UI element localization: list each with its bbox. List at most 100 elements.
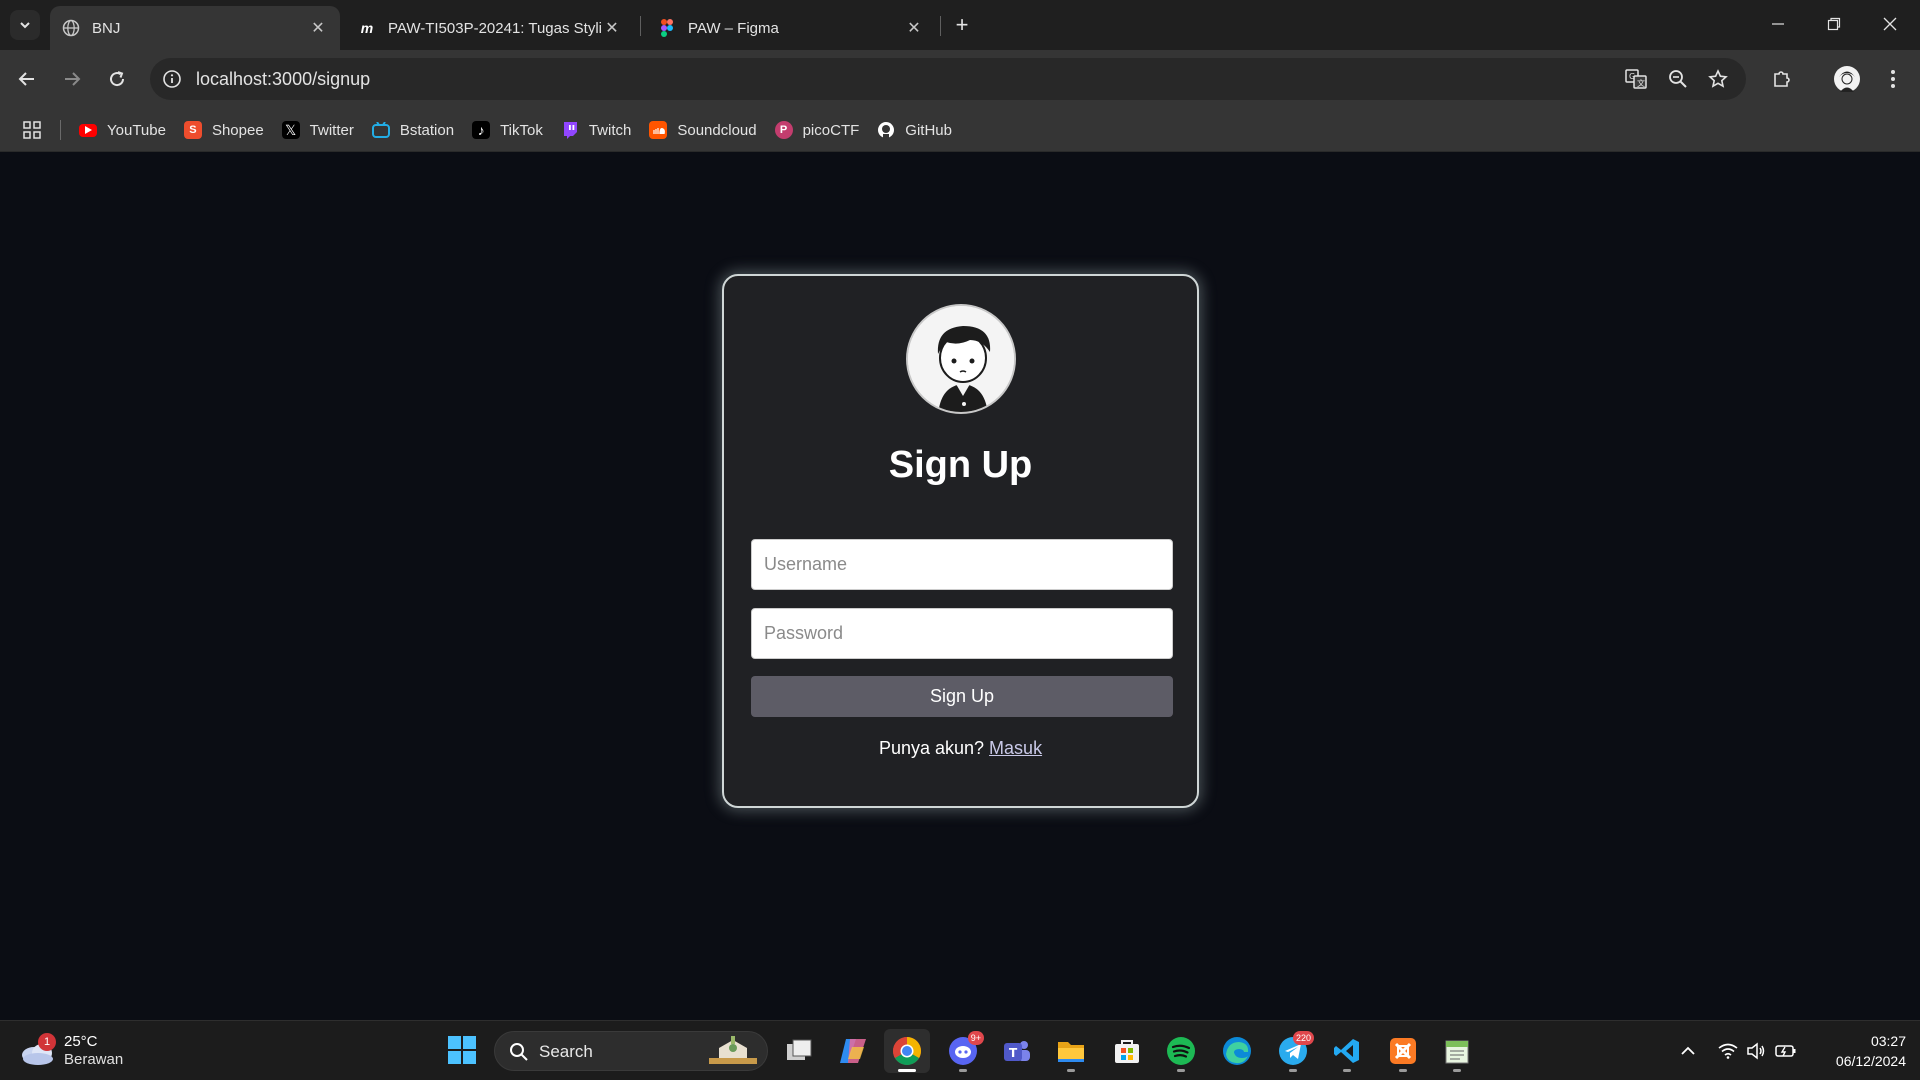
taskbar-chrome[interactable] (884, 1029, 930, 1073)
youtube-icon (79, 123, 97, 137)
taskbar-spotify[interactable] (1158, 1029, 1204, 1073)
url-text[interactable]: localhost:3000/signup (196, 69, 370, 90)
password-input[interactable] (751, 608, 1173, 659)
figma-icon (658, 19, 676, 37)
github-icon (877, 121, 895, 139)
tab-close-icon[interactable]: ✕ (602, 18, 622, 38)
battery-status[interactable] (1774, 1039, 1798, 1063)
close-window-button[interactable] (1862, 0, 1918, 48)
tab-close-icon[interactable]: ✕ (308, 18, 328, 38)
taskbar-copilot[interactable] (830, 1029, 876, 1073)
signup-button[interactable]: Sign Up (751, 676, 1173, 717)
soundcloud-icon (649, 121, 668, 139)
bookmark-list: YouTube S Shopee 𝕏 Twitter Bstation ♪ Ti… (70, 108, 961, 152)
profile-button[interactable] (1830, 62, 1864, 96)
search-label: Search (539, 1042, 593, 1061)
taskbar-vscode[interactable] (1324, 1029, 1370, 1073)
more-vertical-icon (1891, 70, 1895, 88)
reload-button[interactable] (100, 62, 134, 96)
bookmark-label: Twitter (309, 121, 354, 139)
restore-button[interactable] (1806, 0, 1862, 48)
forward-button[interactable] (55, 62, 89, 96)
bookmark-twitch[interactable]: Twitch (552, 114, 641, 146)
wifi-icon (1718, 1043, 1738, 1059)
address-bar[interactable]: localhost:3000/signup G文 (150, 58, 1746, 100)
extensions-button[interactable] (1765, 62, 1799, 96)
active-indicator (898, 1069, 916, 1072)
bookmark-label: GitHub (905, 121, 952, 139)
back-button[interactable] (10, 62, 44, 96)
taskbar-xampp[interactable] (1380, 1029, 1426, 1073)
puzzle-icon (1774, 71, 1790, 87)
wifi-status[interactable] (1716, 1039, 1740, 1063)
chevron-down-icon (20, 22, 30, 29)
spotify-icon (1167, 1037, 1195, 1065)
bookmark-shopee[interactable]: S Shopee (175, 114, 273, 146)
taskbar-microsoft-store[interactable] (1104, 1029, 1150, 1073)
bookmark-picoctf[interactable]: P picoCTF (766, 114, 869, 146)
running-indicator (1343, 1069, 1351, 1072)
clock-date: 06/12/2024 (1835, 1053, 1906, 1069)
avatar (906, 304, 1016, 414)
login-link[interactable]: Masuk (989, 738, 1042, 758)
tab-bnj[interactable]: BNJ ✕ (50, 6, 340, 50)
tab-separator (640, 16, 641, 36)
volume-control[interactable] (1744, 1039, 1768, 1063)
site-info-icon[interactable] (160, 67, 184, 91)
bookmark-label: Soundcloud (677, 121, 757, 139)
svg-text:G: G (1629, 72, 1635, 81)
bookmark-twitter[interactable]: 𝕏 Twitter (273, 114, 363, 146)
apps-grid-icon[interactable] (20, 118, 44, 142)
taskbar-file-explorer[interactable] (1048, 1029, 1094, 1073)
running-indicator (1453, 1069, 1461, 1072)
tab-title: BNJ (92, 19, 121, 37)
browser-menu-button[interactable] (1876, 62, 1910, 96)
tab-search-button[interactable] (10, 10, 40, 40)
notification-badge: 9+ (967, 1031, 984, 1045)
taskbar-telegram[interactable]: 220 (1270, 1029, 1316, 1073)
vscode-icon (1334, 1039, 1359, 1063)
avatar-illustration (908, 306, 1014, 412)
new-tab-button[interactable]: + (948, 11, 976, 39)
bookmark-bstation[interactable]: Bstation (363, 114, 463, 146)
bookmark-soundcloud[interactable]: Soundcloud (640, 114, 765, 146)
svg-text:T: T (1009, 1046, 1018, 1060)
taskbar-teams[interactable]: T (994, 1029, 1040, 1073)
translate-icon[interactable]: G文 (1624, 67, 1648, 91)
taskbar-discord[interactable]: 9+ (940, 1029, 986, 1073)
reload-icon (110, 71, 125, 87)
start-button[interactable] (446, 1034, 478, 1066)
taskbar-search[interactable]: Search (494, 1031, 768, 1071)
minimize-button[interactable] (1750, 0, 1806, 48)
weather-widget[interactable]: 1 25°C Berawan (20, 1029, 123, 1073)
taskbar-task-view[interactable] (776, 1029, 822, 1073)
taskbar-edge[interactable] (1214, 1029, 1260, 1073)
bookmark-star-icon[interactable] (1706, 67, 1730, 91)
windows-icon (448, 1036, 476, 1064)
bookmark-label: Bstation (399, 121, 455, 139)
system-clock[interactable]: 03:27 06/12/2024 (1810, 1031, 1906, 1071)
tab-figma[interactable]: PAW – Figma ✕ (646, 6, 936, 50)
tab-close-icon[interactable]: ✕ (904, 18, 924, 38)
taskbar-notepad[interactable] (1434, 1029, 1480, 1073)
globe-icon (62, 19, 80, 37)
username-input[interactable] (751, 539, 1173, 590)
tab-separator (940, 16, 941, 36)
microsoft-store-icon (1115, 1040, 1139, 1063)
tab-paw-moodle[interactable]: m PAW-TI503P-20241: Tugas Styling ✕ (346, 6, 634, 50)
xampp-icon (1390, 1038, 1416, 1064)
show-hidden-icons-button[interactable] (1676, 1039, 1700, 1063)
signup-card: Sign Up Sign Up Punya akun? Masuk (722, 274, 1199, 808)
minimize-icon (1772, 23, 1784, 25)
battery-charging-icon (1775, 1045, 1796, 1057)
clock-time: 03:27 (1870, 1033, 1906, 1049)
bookmark-github[interactable]: GitHub (868, 114, 961, 146)
tab-title: PAW – Figma (688, 19, 779, 37)
bookmark-youtube[interactable]: YouTube (70, 114, 175, 146)
page-title: Sign Up (888, 444, 1033, 486)
copilot-icon (840, 1039, 866, 1063)
file-explorer-icon (1058, 1042, 1084, 1062)
zoom-icon[interactable] (1666, 67, 1690, 91)
bookmark-label: Shopee (211, 121, 264, 139)
bookmark-tiktok[interactable]: ♪ TikTok (463, 114, 552, 146)
